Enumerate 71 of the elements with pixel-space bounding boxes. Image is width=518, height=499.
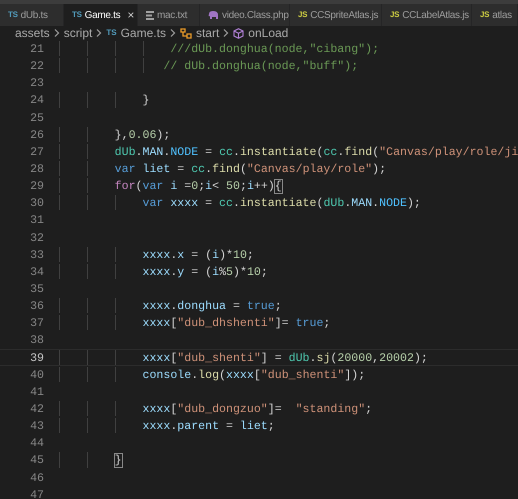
cube-icon — [233, 28, 244, 38]
line-number: 47 — [29, 488, 44, 499]
code-line: xxxx.parent = liet; — [141, 420, 275, 434]
line-number: 22 — [29, 59, 44, 74]
breadcrumb-item[interactable]: assets — [15, 24, 50, 42]
chevron-icon — [96, 29, 102, 37]
line-number: 38 — [29, 333, 44, 348]
line-number: 44 — [29, 436, 44, 450]
line-number: 45 — [29, 453, 44, 468]
line-number: 35 — [29, 282, 44, 296]
editor-tab[interactable]: TS Game.ts × — [64, 4, 138, 26]
line-number: 31 — [29, 213, 44, 228]
line-number: 42 — [29, 402, 44, 416]
chevron-icon — [223, 29, 230, 37]
text-file-icon — [146, 10, 154, 20]
code-line: ///dUb.donghua(node,"cibang"); — [169, 43, 380, 56]
code-line: for(var i =0;i< 50;i++){ — [114, 180, 282, 194]
javascript-icon: JS — [480, 11, 490, 19]
line-number: 28 — [29, 162, 44, 176]
editor-tab[interactable]: TS dUb.ts — [0, 4, 64, 26]
line-number: 37 — [29, 316, 44, 330]
line-number: 23 — [29, 76, 44, 90]
line-number: 34 — [29, 264, 44, 279]
editor-tab[interactable]: JS CCLabelAtlas.js — [382, 4, 472, 26]
line-number: 33 — [29, 248, 44, 262]
code-line: xxxx.x = (i)*10; — [141, 248, 254, 262]
code-line: var xxxx = cc.instantiate(dUb.MAN.NODE); — [141, 197, 421, 210]
code-line: xxxx["dub_dongzuo"]= "standing"; — [141, 402, 372, 416]
code-line: // dUb.donghua(node,"buff"); — [162, 60, 358, 74]
breadcrumb-item[interactable]: script — [64, 24, 92, 42]
code-line: xxxx.donghua = true; — [141, 300, 282, 314]
javascript-icon: JS — [298, 11, 308, 19]
code-line: var liet = cc.find("Canvas/play/role"); — [114, 162, 386, 176]
editor-tab[interactable]: JS CCSpriteAtlas.js — [290, 4, 382, 26]
typescript-icon: TS — [72, 11, 82, 19]
line-number: 21 — [29, 42, 44, 56]
line-number: 27 — [29, 144, 44, 159]
typescript-icon: TS — [8, 11, 18, 19]
editor-tab[interactable]: video.Class.php — [200, 4, 290, 26]
javascript-icon: JS — [390, 11, 400, 19]
breadcrumb-item[interactable]: TS Game.ts — [106, 24, 166, 42]
line-number: 32 — [29, 230, 44, 245]
line-number: 46 — [29, 470, 44, 485]
elephant-icon — [208, 11, 219, 19]
editor-tab[interactable]: mac.txt — [138, 4, 200, 26]
code-line: xxxx["dub_shenti"] = dUb.sj(20000,20002); — [141, 352, 428, 365]
close-icon[interactable]: × — [127, 6, 134, 24]
method-icon — [180, 28, 192, 38]
line-number: 25 — [29, 110, 44, 125]
code-line: } — [141, 94, 150, 108]
line-number: 30 — [29, 196, 44, 210]
line-number: 36 — [29, 299, 44, 314]
line-number: 29 — [29, 179, 44, 194]
code-line: console.log(xxxx["dub_shenti"]); — [141, 368, 366, 382]
line-number: 39 — [29, 350, 44, 365]
typescript-icon: TS — [106, 29, 117, 37]
chevron-icon — [54, 29, 60, 37]
code-line: dUb.MAN.NODE = cc.instantiate(cc.find("Canvas/play/role/ji — [114, 146, 518, 159]
breadcrumb-item[interactable]: start — [180, 24, 220, 42]
code-line: },0.06); — [114, 128, 170, 142]
line-number: 26 — [29, 128, 44, 142]
line-number: 41 — [29, 384, 44, 399]
chevron-icon — [170, 29, 176, 37]
breadcrumb-item[interactable]: onLoad — [233, 24, 288, 42]
line-number: 43 — [29, 419, 44, 434]
line-number: 24 — [29, 93, 44, 108]
code-line: xxxx.y = (i%5)*10; — [141, 266, 268, 279]
code-line: xxxx["dub_dhshenti"]= true; — [141, 317, 330, 330]
editor-tab[interactable]: JS atlas — [472, 4, 518, 26]
line-number: 40 — [29, 368, 44, 382]
code-line: } — [114, 454, 122, 468]
